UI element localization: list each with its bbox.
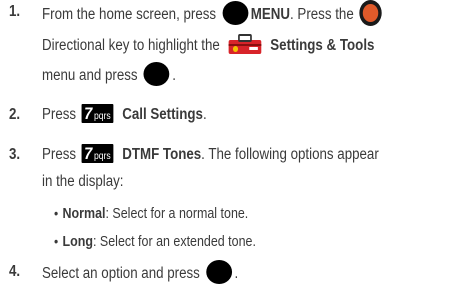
step-4-line: Select an option and press . xyxy=(42,260,239,286)
step-4-number: 4. xyxy=(9,263,21,280)
call-settings-label: Call Settings xyxy=(122,106,203,123)
step-1-text-a: From the home screen, press xyxy=(42,6,217,24)
dtmf-tones-label: DTMF Tones xyxy=(122,146,202,163)
step-2-press: Press xyxy=(42,106,77,123)
settings-tools-toolbox-icon xyxy=(228,34,262,54)
ok-button-icon xyxy=(143,62,170,86)
step-1-number: 1. xyxy=(9,3,21,20)
step-1-line-1: From the home screen, press MENU. Press … xyxy=(42,0,383,28)
ok-button-icon xyxy=(206,260,232,284)
step-1-text-c: Directional key to highlight the xyxy=(42,37,220,55)
step-4-text: Select an option and press xyxy=(42,265,200,283)
option-normal-desc: : Select for a normal tone. xyxy=(105,206,249,222)
ok-button-icon xyxy=(222,1,249,25)
step-3-press: Press xyxy=(42,146,77,163)
key-7-icon: 7 pqrs xyxy=(81,144,114,164)
option-normal-name: Normal xyxy=(62,206,106,222)
step-1-line-2: Directional key to highlight the Setting… xyxy=(42,34,374,58)
step-3-text-post: . The following options appear xyxy=(201,146,379,163)
bullet: • xyxy=(54,205,59,221)
key-7-icon: 7 pqrs xyxy=(81,104,114,124)
manual-page: 1. From the home screen, press MENU. Pre… xyxy=(0,0,472,289)
step-2-number: 2. xyxy=(9,106,21,123)
option-normal: • Normal: Select for a normal tone. xyxy=(54,203,248,224)
step-3-line-2: in the display: xyxy=(42,173,124,190)
step-1-period: . xyxy=(172,67,176,85)
step-2-line: Press 7 pqrs Call Settings. xyxy=(42,104,207,125)
step-4-period: . xyxy=(234,265,239,283)
bullet: • xyxy=(54,233,59,249)
step-3-number: 3. xyxy=(9,146,21,163)
option-long-desc: : Select for an extended tone. xyxy=(92,234,256,250)
step-3-line-1: Press 7 pqrs DTMF Tones. The following op… xyxy=(42,144,379,165)
option-long-name: Long xyxy=(62,234,93,250)
settings-tools-label: Settings & Tools xyxy=(270,37,375,55)
step-2-period: . xyxy=(202,106,207,123)
step-1-text-d: menu and press xyxy=(42,67,138,85)
option-long: • Long: Select for an extended tone. xyxy=(54,231,256,252)
step-1-text-b: . Press the xyxy=(290,6,354,24)
directional-key-icon xyxy=(359,0,382,26)
step-1-menu-label: MENU xyxy=(250,6,291,24)
step-1-line-3: menu and press . xyxy=(42,62,176,88)
